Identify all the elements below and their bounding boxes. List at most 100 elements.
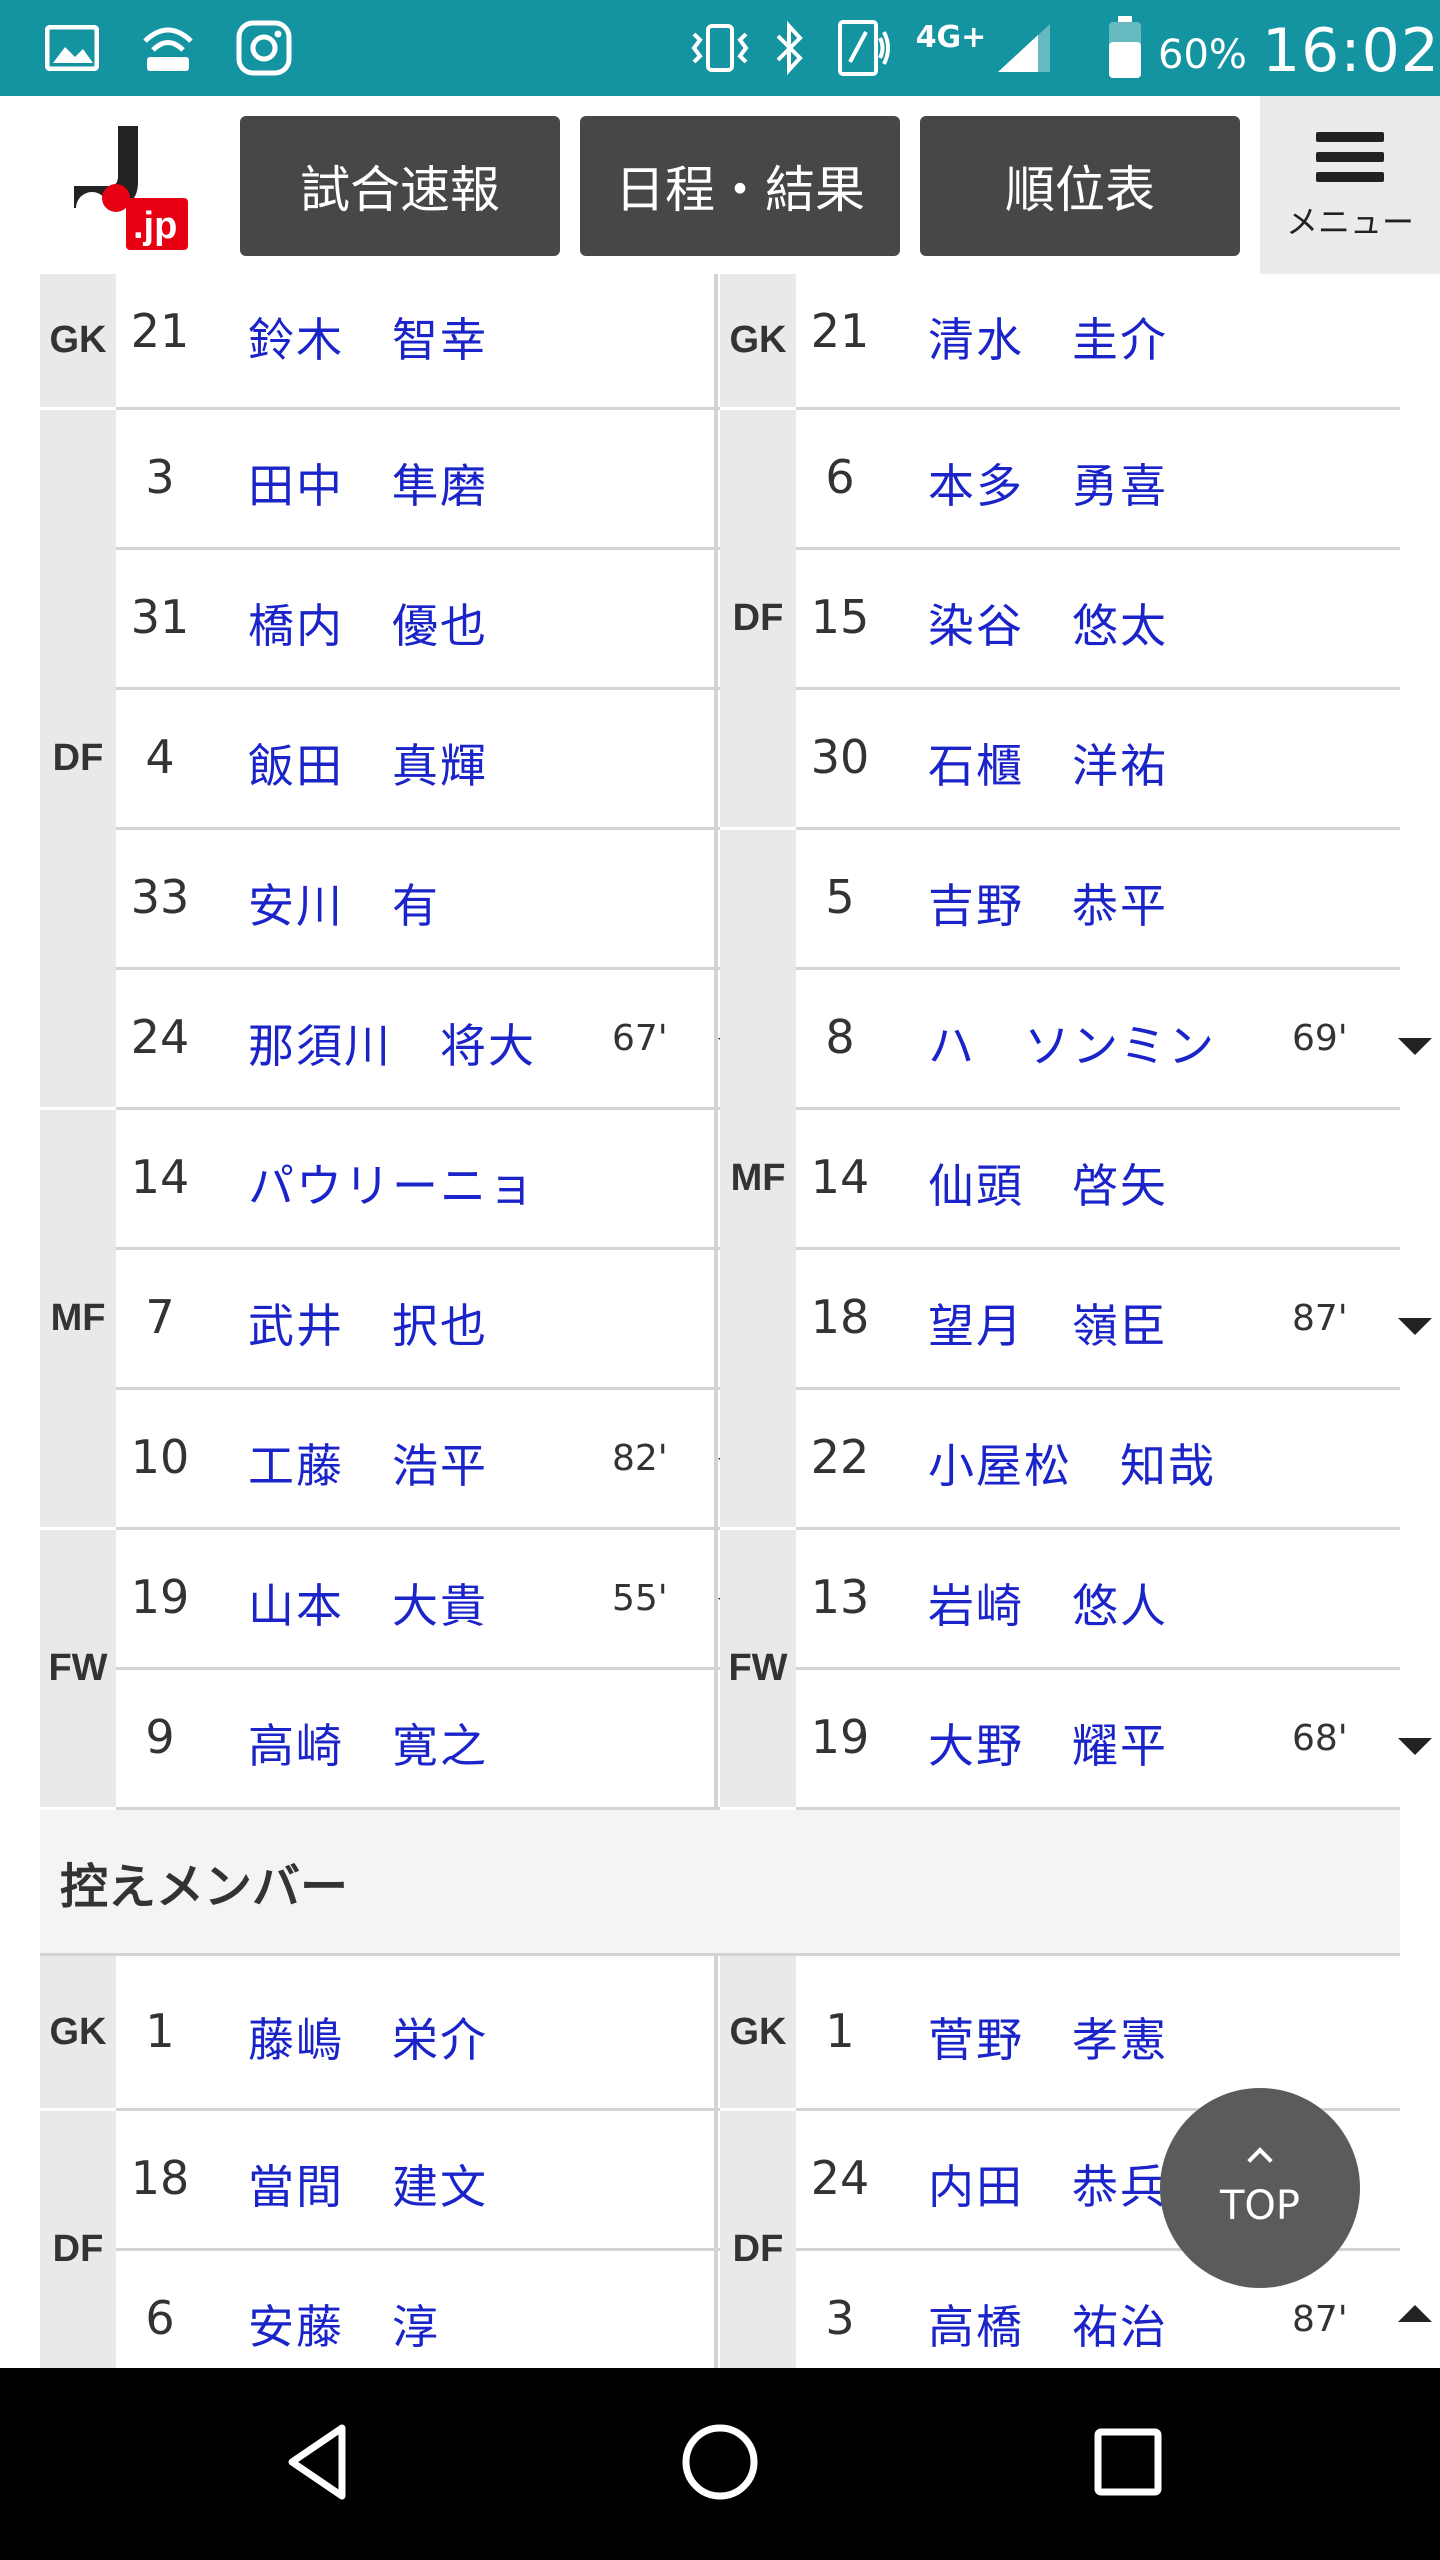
- back-to-top-button[interactable]: TOP: [1160, 2088, 1360, 2288]
- player-name-link[interactable]: 工藤 浩平: [248, 1430, 488, 1496]
- player-row: 6 安藤 淳: [116, 2251, 720, 2368]
- substitution-time: 68': [1292, 1718, 1348, 1759]
- player-name-link[interactable]: 石櫃 洋祐: [928, 730, 1168, 796]
- player-number: 15: [810, 590, 870, 644]
- sub-out-arrow-icon: [1398, 1318, 1432, 1335]
- player-row: 21 鈴木 智幸: [116, 274, 720, 410]
- status-bar: 4G+ 60% 16:02: [0, 0, 1440, 96]
- player-number: 1: [145, 2003, 175, 2058]
- player-number: 3: [825, 2291, 855, 2345]
- position-label: GK: [720, 274, 796, 407]
- player-name-link[interactable]: ハ ソンミン: [928, 1010, 1216, 1076]
- nav-schedule-button[interactable]: 日程・結果: [580, 116, 900, 256]
- player-name-link[interactable]: 田中 隼磨: [248, 450, 488, 516]
- sub-out-arrow-icon: [1398, 1738, 1432, 1755]
- player-name-link[interactable]: 當間 建文: [248, 2151, 488, 2217]
- player-number: 5: [825, 870, 855, 924]
- position-label: DF: [40, 410, 116, 1107]
- player-name-link[interactable]: 内田 恭兵: [928, 2151, 1168, 2217]
- menu-button[interactable]: メニュー: [1260, 96, 1440, 274]
- home-substitutes: 1 藤嶋 栄介 GK 18 當間 建文 6 安藤 淳 DF: [40, 1956, 720, 2368]
- position-label: MF: [40, 1110, 116, 1527]
- player-row: 24 那須川 将大 67': [116, 970, 752, 1110]
- substitution-time: 82': [612, 1438, 668, 1479]
- player-row: 13 岩崎 悠人: [796, 1530, 1400, 1670]
- substitution-time: 69': [1292, 1018, 1348, 1059]
- home-icon[interactable]: [670, 2412, 770, 2512]
- player-name-link[interactable]: 染谷 悠太: [928, 590, 1168, 656]
- player-name-link[interactable]: 岩崎 悠人: [928, 1570, 1168, 1636]
- player-number: 18: [810, 1290, 870, 1344]
- player-row: 30 石櫃 洋祐: [796, 690, 1400, 830]
- player-row: 14 仙頭 啓矢: [796, 1110, 1400, 1250]
- player-number: 30: [810, 730, 870, 784]
- player-row: 31 橋内 優也: [116, 550, 720, 690]
- player-name-link[interactable]: 大野 耀平: [928, 1710, 1168, 1776]
- player-row: 9 高崎 寛之: [116, 1670, 720, 1810]
- player-name-link[interactable]: パウリーニョ: [248, 1150, 536, 1216]
- instagram-icon: [234, 20, 294, 76]
- player-name-link[interactable]: 本多 勇喜: [928, 450, 1168, 516]
- signal-icon: [992, 20, 1056, 76]
- player-name-link[interactable]: 那須川 将大: [248, 1010, 536, 1076]
- player-row: 4 飯田 真輝: [116, 690, 720, 830]
- player-name-link[interactable]: 安藤 淳: [248, 2291, 440, 2357]
- nav-standings-button[interactable]: 順位表: [920, 116, 1240, 256]
- site-header: .jp 試合速報 日程・結果 順位表 メニュー: [0, 96, 1440, 274]
- player-name-link[interactable]: 菅野 孝憲: [928, 2004, 1168, 2070]
- player-name-link[interactable]: 山本 大貴: [248, 1570, 488, 1636]
- player-name-link[interactable]: 飯田 真輝: [248, 730, 488, 796]
- player-number: 4: [145, 730, 175, 784]
- player-row: 22 小屋松 知哉: [796, 1390, 1400, 1530]
- player-name-link[interactable]: 武井 択也: [248, 1290, 488, 1356]
- player-number: 14: [130, 1150, 190, 1204]
- wifi-hotspot-icon: [140, 20, 196, 76]
- player-number: 8: [825, 1010, 855, 1064]
- player-number: 9: [145, 1710, 175, 1764]
- substitution-time: 67': [612, 1018, 668, 1059]
- player-name-link[interactable]: 清水 圭介: [928, 304, 1168, 370]
- player-name-link[interactable]: 吉野 恭平: [928, 870, 1168, 936]
- player-name-link[interactable]: 高橋 祐治: [928, 2291, 1168, 2357]
- bluetooth-icon: [770, 20, 810, 76]
- battery-percent: 60%: [1158, 32, 1247, 78]
- android-navigation-bar: [0, 2368, 1440, 2560]
- position-label: DF: [720, 410, 796, 827]
- player-name-link[interactable]: 高崎 寛之: [248, 1710, 488, 1776]
- substitution-time: 87': [1292, 2299, 1348, 2340]
- player-name-link[interactable]: 仙頭 啓矢: [928, 1150, 1168, 1216]
- position-label: GK: [40, 274, 116, 407]
- player-name-link[interactable]: 小屋松 知哉: [928, 1430, 1216, 1496]
- position-label: FW: [40, 1530, 116, 1807]
- player-row: 1 藤嶋 栄介: [116, 1956, 720, 2111]
- player-name-link[interactable]: 鈴木 智幸: [248, 304, 488, 370]
- player-row: 19 山本 大貴 55': [116, 1530, 752, 1670]
- chevron-up-icon: [1247, 2147, 1273, 2173]
- recents-icon[interactable]: [1078, 2412, 1178, 2512]
- player-name-link[interactable]: 望月 嶺臣: [928, 1290, 1168, 1356]
- player-number: 13: [810, 1570, 870, 1624]
- player-number: 6: [145, 2291, 175, 2345]
- player-row: 33 安川 有: [116, 830, 720, 970]
- player-number: 7: [145, 1290, 175, 1344]
- player-name-link[interactable]: 安川 有: [248, 870, 440, 936]
- lineup-content[interactable]: 21 鈴木 智幸 GK 3 田中 隼磨 31 橋内 優也 4 飯田 真輝 33 安川 有 24 那須川 …: [0, 274, 1440, 2368]
- player-name-link[interactable]: 藤嶋 栄介: [248, 2004, 488, 2070]
- player-number: 24: [130, 1010, 190, 1064]
- nav-live-button[interactable]: 試合速報: [240, 116, 560, 256]
- player-name-link[interactable]: 橋内 優也: [248, 590, 488, 656]
- away-starting-lineup: 21 清水 圭介 GK 6 本多 勇喜 15 染谷 悠太 30 石櫃 洋祐 DF 5 吉野 恭平 8 ハ …: [720, 274, 1432, 1810]
- back-icon[interactable]: [270, 2412, 370, 2512]
- position-label: DF: [40, 2111, 116, 2368]
- top-label: TOP: [1219, 2183, 1301, 2229]
- sub-out-arrow-icon: [1398, 1038, 1432, 1055]
- player-row: 3 田中 隼磨: [116, 410, 720, 550]
- position-label: GK: [720, 1956, 796, 2108]
- player-number: 21: [130, 304, 190, 358]
- player-number: 24: [810, 2151, 870, 2205]
- player-row: 10 工藤 浩平 82': [116, 1390, 752, 1530]
- player-row: 5 吉野 恭平: [796, 830, 1400, 970]
- substitution-time: 55': [612, 1578, 668, 1619]
- player-row: 19 大野 耀平 68': [796, 1670, 1432, 1810]
- jleague-logo[interactable]: .jp: [70, 126, 200, 254]
